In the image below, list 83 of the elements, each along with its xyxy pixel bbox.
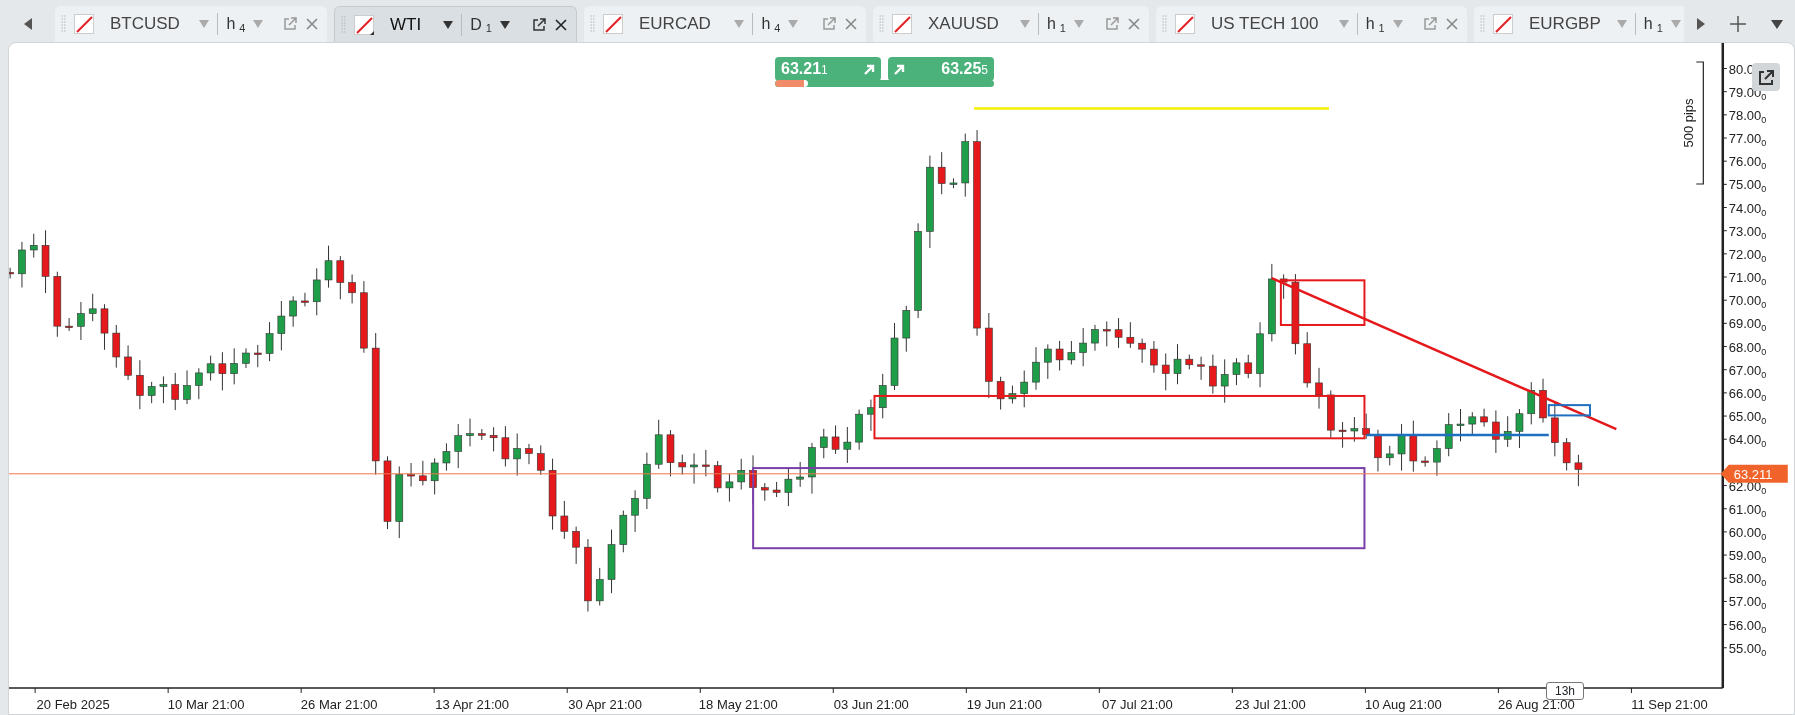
symbol-label: WTI bbox=[390, 13, 422, 36]
symbol-icon bbox=[603, 14, 623, 34]
drag-handle-icon[interactable] bbox=[1162, 15, 1167, 33]
rectangle-zone[interactable] bbox=[752, 467, 1366, 550]
time-axis-label: 13 Apr 21:00 bbox=[435, 697, 510, 712]
time-axis-label: 23 Jul 21:00 bbox=[1234, 697, 1306, 712]
timeframe-label[interactable]: D $_{1}$ bbox=[470, 12, 492, 37]
scroll-right-icon[interactable] bbox=[1696, 17, 1707, 31]
symbol-label: US TECH 100 bbox=[1211, 13, 1319, 36]
rectangle-zone[interactable] bbox=[1547, 404, 1591, 417]
price-axis-label: 67.00$_{0}$ bbox=[1728, 362, 1767, 380]
price-axis-label: 72.00$_{0}$ bbox=[1728, 246, 1767, 264]
price-axis-label: 55.00$_{0}$ bbox=[1728, 640, 1767, 658]
time-axis-label: 10 Aug 21:00 bbox=[1365, 697, 1442, 712]
price-axis-label: 56.00$_{0}$ bbox=[1728, 617, 1767, 635]
timeframe-label[interactable]: h $_{1}$ bbox=[1643, 12, 1663, 36]
price-axis-label: 58.00$_{0}$ bbox=[1728, 571, 1767, 589]
drag-handle-icon[interactable] bbox=[61, 15, 66, 33]
symbol-label: BTCUSD bbox=[110, 13, 180, 36]
range-label: 500 pips bbox=[1681, 98, 1697, 148]
timeframe-label[interactable]: h $_{4}$ bbox=[761, 12, 781, 36]
price-axis-label: 73.00$_{0}$ bbox=[1728, 223, 1767, 241]
price-axis-label: 69.00$_{0}$ bbox=[1728, 316, 1767, 334]
dropdown-icon[interactable] bbox=[1770, 19, 1783, 29]
drag-handle-icon[interactable] bbox=[1480, 15, 1485, 33]
arrow-icon bbox=[864, 63, 875, 75]
symbol-icon bbox=[354, 14, 374, 35]
drag-handle-icon[interactable] bbox=[879, 15, 884, 33]
price-axis-label: 59.00$_{0}$ bbox=[1728, 548, 1767, 566]
symbol-icon bbox=[1493, 14, 1513, 34]
timeframe-label[interactable]: h $_{1}$ bbox=[1046, 12, 1066, 36]
time-axis-label: 10 Mar 21:00 bbox=[167, 697, 245, 712]
price-axis-label: 66.00$_{0}$ bbox=[1728, 385, 1767, 403]
trend-line[interactable] bbox=[1271, 276, 1617, 431]
time-axis-label: 11 Sep 21:00 bbox=[1631, 697, 1708, 712]
price-axis-label: 74.00$_{0}$ bbox=[1728, 200, 1767, 218]
price-axis-label: 65.00$_{0}$ bbox=[1728, 409, 1767, 427]
caret-icon[interactable] bbox=[443, 20, 454, 29]
countdown-label: 13h bbox=[1546, 682, 1585, 700]
symbol-label: EURCAD bbox=[639, 13, 711, 36]
price-axis-label: 68.00$_{0}$ bbox=[1728, 339, 1767, 357]
time-axis-label: 03 Jun 21:00 bbox=[833, 697, 909, 712]
chart-tab[interactable]: BTCUSD h $_{4}$ bbox=[55, 6, 327, 42]
price-axis-label: 60.00$_{0}$ bbox=[1728, 524, 1767, 542]
price-axis-label: 76.00$_{0}$ bbox=[1728, 154, 1767, 172]
symbol-icon bbox=[74, 14, 94, 34]
price-axis-label: 61.00$_{0}$ bbox=[1728, 501, 1767, 519]
timeframe-label[interactable]: h $_{1}$ bbox=[1365, 12, 1385, 36]
chart-tab[interactable]: XAUUSD h $_{1}$ bbox=[873, 6, 1149, 42]
price-axis-label: 64.00$_{0}$ bbox=[1728, 432, 1767, 450]
drag-handle-icon[interactable] bbox=[590, 15, 595, 33]
popout-icon[interactable] bbox=[532, 17, 546, 32]
add-tab-icon[interactable] bbox=[1730, 16, 1747, 32]
symbol-label: XAUUSD bbox=[928, 13, 999, 36]
timeframe-label[interactable]: h $_{4}$ bbox=[226, 12, 246, 36]
rectangle-zone[interactable] bbox=[1279, 279, 1366, 326]
price-axis-label: 77.00$_{0}$ bbox=[1728, 131, 1767, 148]
chart-tab[interactable]: WTI D $_{1}$ bbox=[334, 6, 577, 42]
time-axis-label: 07 Jul 21:00 bbox=[1101, 697, 1173, 712]
symbol-icon bbox=[1175, 14, 1195, 34]
symbol-icon bbox=[892, 14, 912, 34]
rectangle-zone[interactable] bbox=[873, 394, 1366, 440]
time-axis-label: 30 Apr 21:00 bbox=[568, 697, 643, 712]
time-axis-label: 26 Mar 21:00 bbox=[300, 697, 378, 712]
chart-tab[interactable]: EURGBP h $_{1}$ bbox=[1474, 6, 1684, 42]
chart-tab[interactable]: EURCAD h $_{4}$ bbox=[584, 6, 866, 42]
chart-tab[interactable]: US TECH 100 h $_{1}$ bbox=[1156, 6, 1467, 42]
price-axis-label: 78.00$_{0}$ bbox=[1728, 107, 1767, 125]
time-axis-label: 19 Jun 21:00 bbox=[966, 697, 1042, 712]
price-axis-label: 75.00$_{0}$ bbox=[1728, 177, 1767, 195]
time-axis-label: 20 Feb 2025 bbox=[36, 697, 110, 712]
price-axis-label: 70.00$_{0}$ bbox=[1728, 293, 1767, 311]
symbol-label: EURGBP bbox=[1529, 13, 1601, 36]
time-axis-label: 26 Aug 21:00 bbox=[1498, 697, 1575, 712]
time-axis-label: 18 May 21:00 bbox=[698, 697, 778, 712]
caret-icon[interactable] bbox=[499, 20, 510, 29]
popout-icon bbox=[1757, 68, 1775, 87]
current-price-badge: 63.211 bbox=[1720, 464, 1788, 483]
close-icon[interactable] bbox=[554, 17, 568, 32]
arrow-icon bbox=[894, 63, 905, 75]
horizontal-line[interactable] bbox=[1366, 433, 1549, 437]
price-axis-label: 57.00$_{0}$ bbox=[1728, 594, 1767, 612]
price-axis-label: 71.00$_{0}$ bbox=[1728, 270, 1767, 288]
